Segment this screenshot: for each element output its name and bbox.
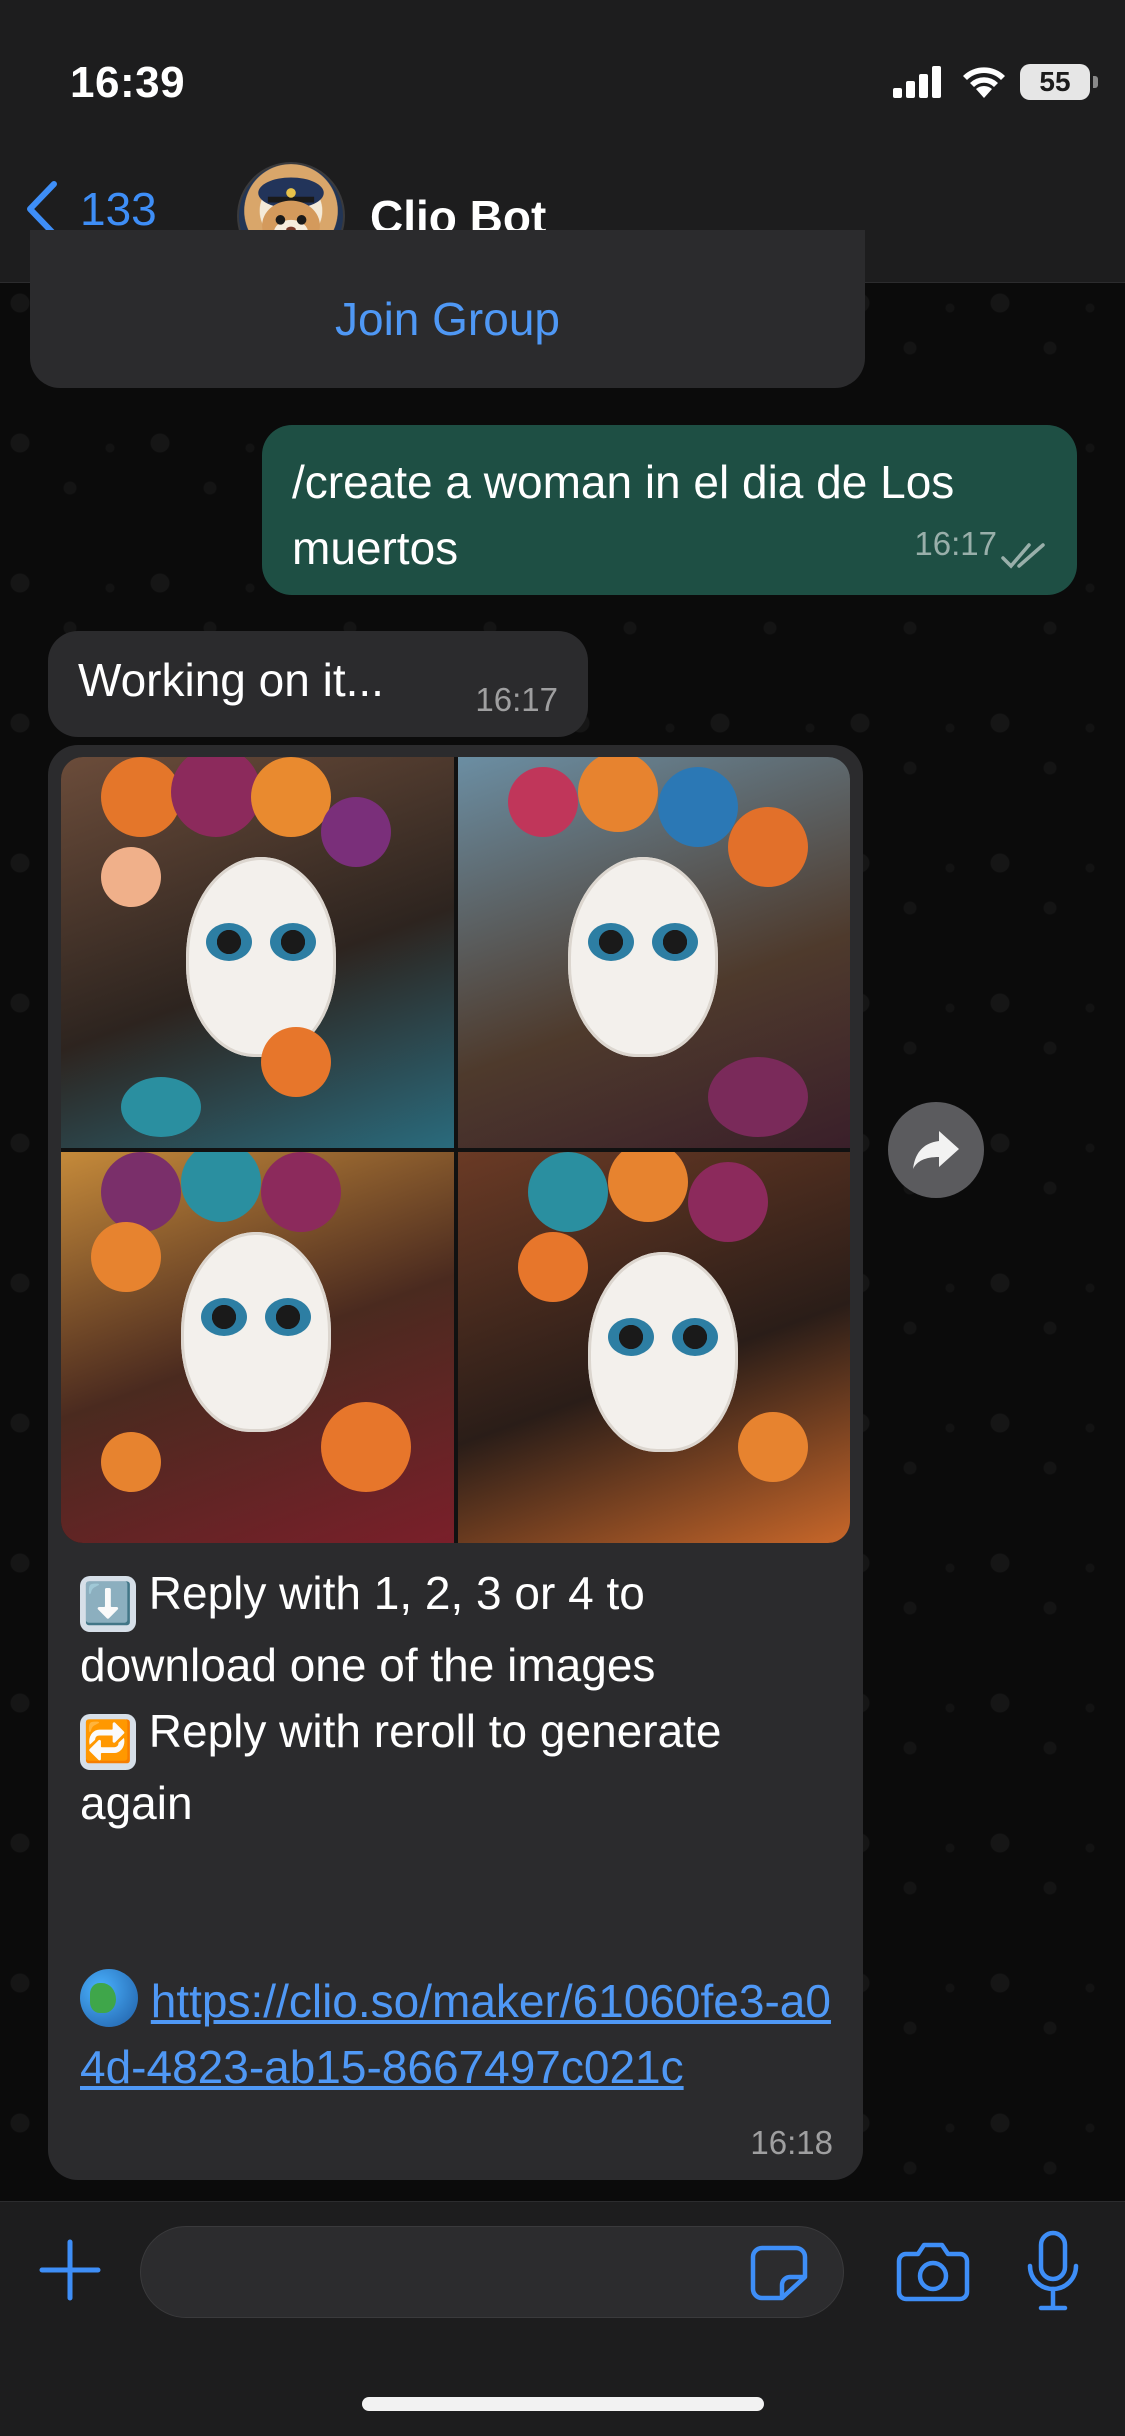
cellular-signal-icon (893, 66, 941, 98)
reroll-instruction: 🔁 Reply with reroll to generate again (80, 1705, 722, 1829)
camera-icon[interactable] (896, 2240, 970, 2302)
double-check-icon (1001, 543, 1045, 569)
join-group-button[interactable]: Join Group (335, 293, 560, 345)
home-indicator[interactable] (362, 2397, 764, 2411)
sent-message-time: 16:17 (914, 525, 997, 562)
down-arrow-icon: ⬇️ (80, 1576, 136, 1632)
forward-button[interactable] (888, 1102, 984, 1198)
generated-image-3[interactable] (61, 1152, 454, 1543)
working-message-text: Working on it... (78, 654, 384, 706)
generated-image-4[interactable] (457, 1152, 850, 1543)
sticker-icon[interactable] (750, 2245, 808, 2301)
battery-indicator: 55 (1020, 64, 1098, 100)
back-count: 133 (80, 183, 157, 235)
generated-image-1[interactable] (61, 757, 454, 1148)
input-bar (0, 2201, 1125, 2436)
working-message-time: 16:17 (475, 681, 558, 718)
microphone-icon[interactable] (1025, 2230, 1081, 2312)
maker-link-line: https://clio.so/maker/61060fe3-a04d-4823… (80, 1968, 840, 2100)
join-group-bubble: Join Group (30, 230, 865, 388)
generated-image-2[interactable] (457, 757, 850, 1148)
plus-icon[interactable] (38, 2238, 102, 2302)
image-result-bubble[interactable]: ⬇️ Reply with 1, 2, 3 or 4 to download o… (48, 745, 863, 2180)
image-result-text: ⬇️ Reply with 1, 2, 3 or 4 to download o… (80, 1560, 840, 2100)
forward-arrow-icon (913, 1131, 959, 1169)
repeat-icon: 🔁 (80, 1714, 136, 1770)
globe-icon (80, 1969, 138, 2027)
sent-message-bubble[interactable]: /create a woman in el dia de Los muertos… (262, 425, 1077, 595)
image-grid[interactable] (61, 757, 850, 1543)
image-result-time: 16:18 (750, 2124, 833, 2161)
maker-link[interactable]: https://clio.so/maker/61060fe3-a04d-4823… (80, 1975, 831, 2093)
message-input[interactable] (140, 2226, 844, 2318)
status-time: 16:39 (70, 58, 186, 107)
download-instruction: ⬇️ Reply with 1, 2, 3 or 4 to download o… (80, 1567, 656, 1691)
working-message-bubble[interactable]: Working on it... 16:17 (48, 631, 588, 737)
wifi-icon (963, 67, 1005, 98)
